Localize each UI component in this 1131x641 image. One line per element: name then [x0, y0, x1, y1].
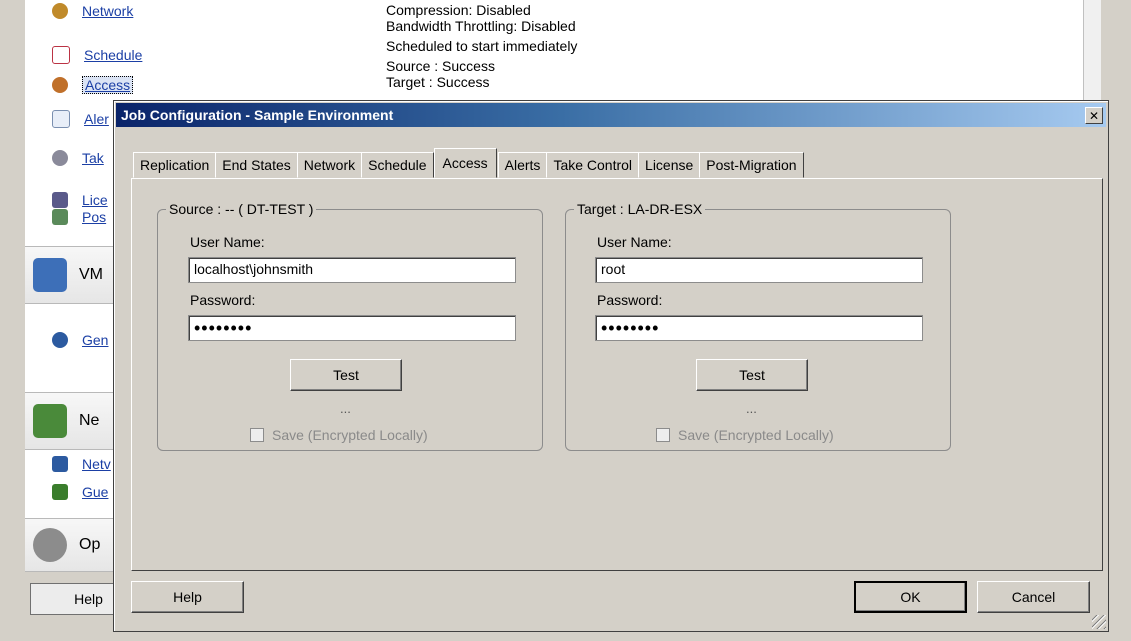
target-password-input[interactable]: •••••••• — [595, 315, 923, 341]
detail-source: Source : Success — [386, 58, 495, 74]
sidebar-item-label: Pos — [82, 209, 107, 225]
tab-schedule[interactable]: Schedule — [361, 152, 434, 178]
vm-cubes-icon — [33, 258, 67, 292]
access-tab-panel: Source : -- ( DT-TEST ) User Name: local… — [131, 178, 1103, 571]
guest-icon — [52, 484, 68, 500]
envelope-icon — [52, 110, 70, 128]
detail-bandwidth: Bandwidth Throttling: Disabled — [386, 18, 576, 34]
source-group-title: Source : -- ( DT-TEST ) — [169, 201, 314, 217]
job-details: Compression: Disabled Bandwidth Throttli… — [386, 2, 577, 90]
source-save-option[interactable]: Save (Encrypted Locally) — [250, 427, 428, 443]
target-save-checkbox[interactable] — [656, 428, 670, 442]
options-gear-icon — [33, 528, 67, 562]
tab-end-states[interactable]: End States — [215, 152, 298, 178]
dialog-title: Job Configuration - Sample Environment — [121, 107, 394, 123]
target-save-option[interactable]: Save (Encrypted Locally) — [656, 427, 834, 443]
calendar-icon — [52, 46, 70, 64]
users-icon — [52, 77, 68, 93]
detail-compression: Compression: Disabled — [386, 2, 531, 18]
section-label: Op — [79, 536, 101, 553]
license-icon — [52, 192, 68, 208]
detail-schedule: Scheduled to start immediately — [386, 38, 578, 54]
target-save-label: Save (Encrypted Locally) — [678, 427, 834, 443]
sidebar-item-label: Schedule — [84, 47, 143, 63]
sidebar-item-label: Tak — [82, 150, 104, 166]
help-button[interactable]: Help — [131, 581, 244, 613]
tab-alerts[interactable]: Alerts — [497, 152, 548, 178]
source-save-label: Save (Encrypted Locally) — [272, 427, 428, 443]
target-username-label: User Name: — [597, 234, 672, 250]
source-password-input[interactable]: •••••••• — [188, 315, 516, 341]
sidebar-item-post[interactable]: Pos — [52, 209, 106, 225]
sidebar-item-guest[interactable]: Gue — [52, 484, 108, 500]
sidebar-item-label: Access — [82, 76, 134, 94]
ok-button[interactable]: OK — [854, 581, 967, 613]
close-button[interactable]: ✕ — [1085, 107, 1103, 124]
nic-icon — [52, 456, 68, 472]
target-test-button[interactable]: Test — [696, 359, 808, 391]
sidebar-item-license[interactable]: Lice — [52, 192, 108, 208]
target-group-title: Target : LA-DR-ESX — [577, 201, 703, 217]
dialog-titlebar[interactable]: Job Configuration - Sample Environment ✕ — [116, 103, 1106, 127]
sidebar-item-label: Gue — [82, 484, 109, 500]
job-configuration-dialog: Job Configuration - Sample Environment ✕… — [113, 100, 1109, 632]
sidebar-item-general[interactable]: Gen — [52, 332, 108, 348]
source-username-input[interactable]: localhost\johnsmith — [188, 257, 516, 283]
source-password-label: Password: — [190, 292, 256, 308]
sidebar-item-label: Netv — [82, 456, 111, 472]
tab-take-control[interactable]: Take Control — [546, 152, 640, 178]
post-icon — [52, 209, 68, 225]
tab-post-migration[interactable]: Post-Migration — [699, 152, 804, 178]
hand-icon — [52, 150, 68, 166]
sidebar-item-network[interactable]: Network — [52, 3, 133, 19]
source-test-status: ... — [340, 401, 351, 416]
network-icon — [52, 3, 68, 19]
source-username-label: User Name: — [190, 234, 265, 250]
sidebar-item-label: Gen — [82, 332, 109, 348]
section-label: VM — [79, 266, 103, 283]
close-icon: ✕ — [1088, 108, 1100, 123]
sidebar-item-label: Lice — [82, 192, 108, 208]
target-username-input[interactable]: root — [595, 257, 923, 283]
sidebar-item-take-control[interactable]: Tak — [52, 150, 104, 166]
sidebar-item-label: Network — [82, 3, 134, 19]
section-label: Ne — [79, 412, 100, 429]
sidebar-item-alerts[interactable]: Aler — [52, 110, 109, 128]
detail-target: Target : Success — [386, 74, 490, 90]
resize-grip-icon[interactable] — [1092, 615, 1106, 629]
cancel-button[interactable]: Cancel — [977, 581, 1090, 613]
tab-replication[interactable]: Replication — [133, 152, 217, 178]
tab-license[interactable]: License — [638, 152, 701, 178]
tab-strip: Replication End States Network Schedule … — [133, 148, 804, 178]
sidebar-item-network-adapter[interactable]: Netv — [52, 456, 111, 472]
target-test-status: ... — [746, 401, 757, 416]
target-password-label: Password: — [597, 292, 663, 308]
tab-access[interactable]: Access — [433, 148, 497, 178]
source-save-checkbox[interactable] — [250, 428, 264, 442]
network-card-icon — [33, 404, 67, 438]
sidebar-item-schedule[interactable]: Schedule — [52, 46, 142, 64]
sidebar-item-access[interactable]: Access — [52, 76, 134, 94]
source-test-button[interactable]: Test — [290, 359, 402, 391]
sidebar-item-label: Aler — [84, 111, 109, 127]
tab-network[interactable]: Network — [296, 152, 363, 178]
people-icon — [52, 332, 68, 348]
